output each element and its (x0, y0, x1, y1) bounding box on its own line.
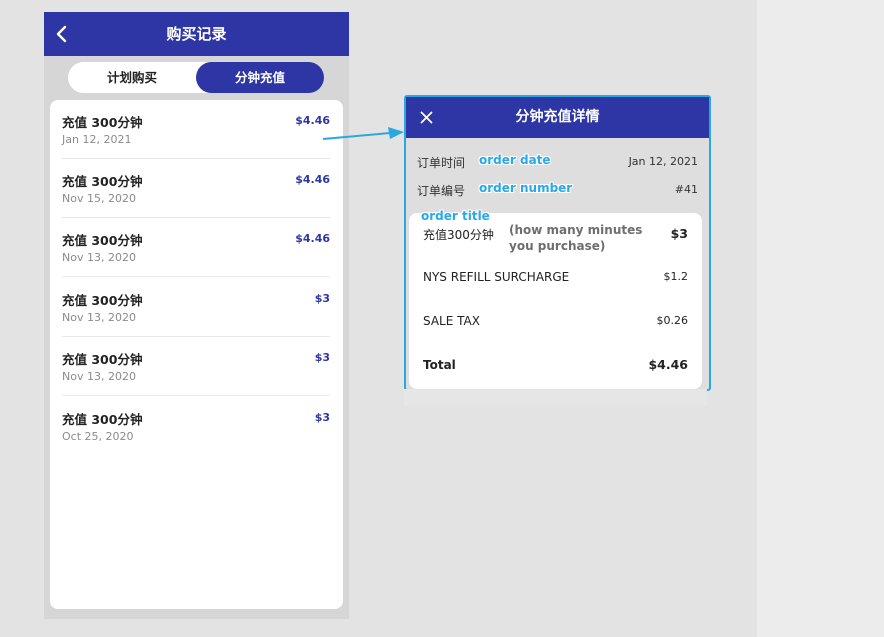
item-label: 充值300分钟 (423, 228, 494, 242)
order-date-label: 订单时间 (417, 156, 466, 170)
order-number-value: #41 (674, 183, 698, 196)
tab-minute-recharge[interactable]: 分钟充值 (196, 62, 324, 93)
item-label: SALE TAX (423, 314, 480, 328)
order-title: 充值 300分钟 (62, 115, 143, 130)
order-list: 充值 300分钟 Jan 12, 2021 $4.46 充值 300分钟 Nov… (50, 100, 343, 609)
order-number-annotation: order number (479, 181, 573, 195)
list-item[interactable]: 充值 300分钟 Nov 13, 2020 $3 (62, 278, 330, 337)
minutes-note-line2: you purchase) (509, 239, 606, 253)
order-date: Nov 15, 2020 (62, 192, 136, 205)
detail-header: 分钟充值详情 (406, 97, 709, 138)
order-items-card: 充值300分钟 (how many minutes you purchase) … (409, 213, 702, 389)
order-date: Oct 25, 2020 (62, 430, 134, 443)
item-value: $3 (670, 226, 688, 241)
list-item[interactable]: 充值 300分钟 Jan 12, 2021 $4.46 (62, 100, 330, 159)
order-amount: $4.46 (295, 173, 330, 186)
order-title: 充值 300分钟 (62, 293, 143, 308)
panel-footer (404, 389, 707, 406)
order-date-annotation: order date (479, 153, 551, 167)
item-value: $1.2 (663, 270, 689, 283)
item-label: NYS REFILL SURCHARGE (423, 270, 570, 284)
order-detail-panel: 分钟充值详情 订单时间 order date Jan 12, 2021 订单编号… (404, 95, 711, 391)
order-amount: $3 (314, 351, 330, 364)
item-value: $0.26 (656, 314, 689, 327)
order-date-value: Jan 12, 2021 (628, 155, 698, 168)
background-strip (757, 0, 884, 637)
order-amount: $3 (314, 411, 330, 424)
list-item[interactable]: 充值 300分钟 Nov 15, 2020 $4.46 (62, 159, 330, 218)
order-number-label: 订单编号 (417, 184, 466, 198)
order-date: Nov 13, 2020 (62, 370, 136, 383)
list-item[interactable]: 充值 300分钟 Nov 13, 2020 $4.46 (62, 218, 330, 277)
total-value: $4.46 (648, 357, 688, 372)
order-title: 充值 300分钟 (62, 412, 143, 427)
order-date: Nov 13, 2020 (62, 251, 136, 264)
segmented-control: 计划购买 分钟充值 (68, 62, 324, 93)
order-amount: $3 (314, 292, 330, 305)
tab-planned-purchase[interactable]: 计划购买 (68, 62, 196, 93)
order-title: 充值 300分钟 (62, 233, 143, 248)
list-item[interactable]: 充值 300分钟 Oct 25, 2020 $3 (62, 397, 330, 456)
order-date: Nov 13, 2020 (62, 311, 136, 324)
divider (62, 276, 330, 277)
detail-title: 分钟充值详情 (515, 109, 600, 125)
page-title: 购买记录 (166, 25, 227, 43)
order-date: Jan 12, 2021 (62, 133, 132, 146)
minutes-note-line1: (how many minutes (509, 223, 643, 237)
list-item[interactable]: 充值 300分钟 Nov 13, 2020 $3 (62, 337, 330, 396)
purchase-history-screen: 购买记录 计划购买 分钟充值 充值 300分钟 Jan 12, 2021 $4.… (44, 12, 349, 619)
order-amount: $4.46 (295, 232, 330, 245)
order-title: 充值 300分钟 (62, 174, 143, 189)
order-title-annotation: order title (421, 209, 490, 223)
app-header: 购买记录 (44, 12, 349, 56)
divider (62, 395, 330, 396)
order-title: 充值 300分钟 (62, 352, 143, 367)
arrow-right-icon (322, 127, 404, 140)
minutes-note: (how many minutes you purchase) (509, 222, 642, 254)
total-label: Total (423, 358, 456, 372)
